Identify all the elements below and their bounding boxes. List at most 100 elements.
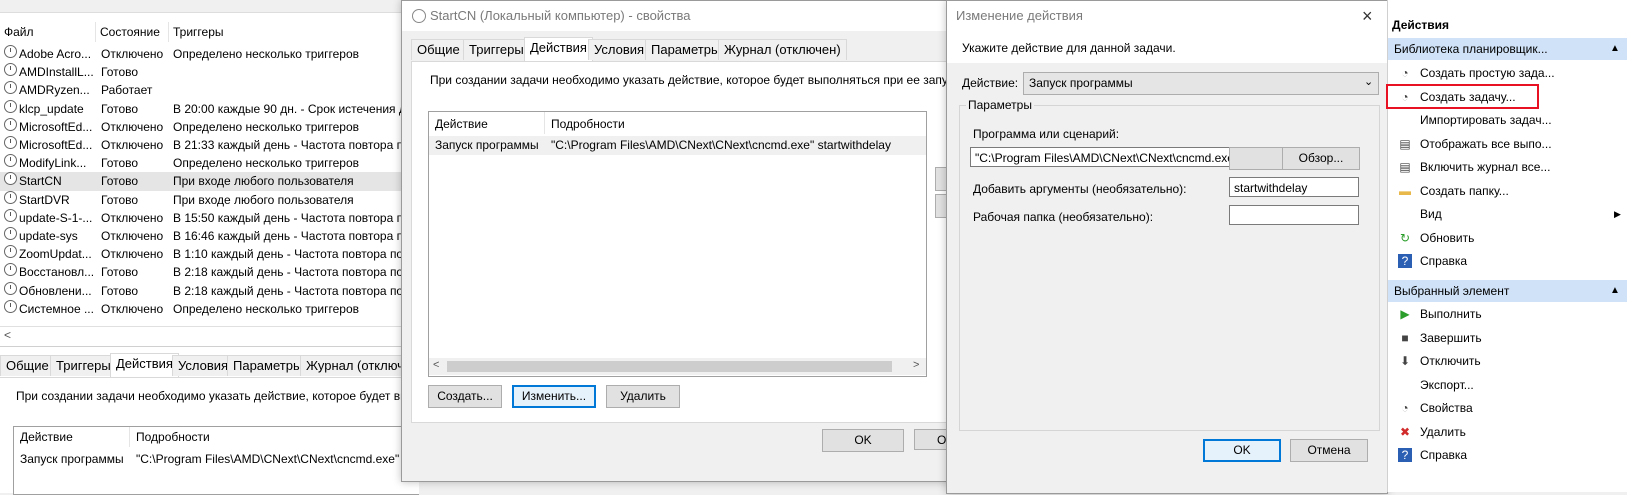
- new-folder-icon: ▬: [1399, 183, 1411, 198]
- action-item[interactable]: ▶ Выполнить: [1388, 302, 1627, 326]
- actions-hint: При создании задачи необходимо указать д…: [16, 389, 429, 403]
- action-item[interactable]: ⬇ Отключить: [1388, 349, 1627, 373]
- tab-actions[interactable]: Действия: [110, 353, 179, 377]
- submenu-arrow-icon: ▶: [1614, 209, 1621, 219]
- cancel-button[interactable]: Отмена: [1290, 439, 1368, 462]
- table-row[interactable]: Восстановл... Готово В 2:18 каждый день - …: [0, 263, 418, 282]
- tab-history[interactable]: Журнал (отключе: [300, 355, 418, 376]
- action-item[interactable]: ◔ Создать простую зада...: [1388, 61, 1627, 85]
- task-trigger: Определено несколько триггеров: [173, 301, 360, 316]
- top-strip: [0, 0, 418, 13]
- delete-action-button[interactable]: Удалить: [606, 385, 680, 408]
- tab-general[interactable]: Общие: [411, 39, 466, 60]
- create-basic-task-icon: ◔: [1401, 66, 1409, 80]
- section-header-selected[interactable]: Выбранный элемент ▲: [1388, 280, 1627, 302]
- task-clock-icon: [4, 263, 17, 277]
- horizontal-scrollbar[interactable]: < >: [429, 358, 926, 375]
- task-clock-icon: [4, 245, 17, 259]
- column-header-status[interactable]: Состояние: [100, 22, 160, 42]
- chevron-down-icon: ⌄: [1364, 76, 1374, 88]
- action-item-label: Импортировать задач...: [1420, 113, 1552, 127]
- action-item[interactable]: ✖ Удалить: [1388, 420, 1627, 444]
- task-name: AMDRyzen...: [19, 83, 90, 98]
- close-icon[interactable]: ×: [1362, 1, 1373, 31]
- table-row[interactable]: StartDVR Готово При входе любого пользоват…: [0, 190, 418, 210]
- table-row[interactable]: AMDRyzen... Работает: [0, 81, 418, 100]
- program-input[interactable]: "C:\Program Files\AMD\CNext\CNext\cncmd.…: [970, 147, 1267, 167]
- task-name: klcp_update: [19, 101, 84, 116]
- action-item[interactable]: ▬ Создать папку...: [1388, 179, 1627, 203]
- tab-conditions[interactable]: Условия: [172, 355, 235, 376]
- scroll-left-icon[interactable]: <: [433, 359, 439, 371]
- action-cell[interactable]: Запуск программы: [20, 452, 124, 466]
- tab-history[interactable]: Журнал (отключен): [718, 39, 847, 60]
- tab-triggers[interactable]: Триггеры: [463, 39, 530, 60]
- task-status: Готово: [101, 65, 139, 80]
- scroll-thumb[interactable]: [447, 361, 892, 372]
- action-item[interactable]: ◔ Свойства: [1388, 396, 1627, 420]
- action-item[interactable]: ? Справка: [1388, 443, 1627, 467]
- table-row[interactable]: ModifyLink... Готово Определено несколько …: [0, 154, 418, 173]
- tab-triggers[interactable]: Триггеры: [50, 355, 117, 376]
- collapse-icon[interactable]: ▲: [1610, 38, 1620, 60]
- table-row[interactable]: update-sys Отключено В 16:46 каждый день -…: [0, 227, 418, 246]
- tab-settings[interactable]: Параметры: [645, 39, 727, 60]
- action-item[interactable]: Экспорт...: [1388, 373, 1627, 397]
- actions-hint: При создании задачи необходимо указать д…: [430, 73, 970, 87]
- action-item[interactable]: Импортировать задач...: [1388, 108, 1627, 132]
- table-row[interactable]: Запуск программы "C:\Program Files\AMD\C…: [429, 136, 926, 155]
- task-name: Обновлени...: [19, 283, 92, 298]
- table-row[interactable]: StartCN Готово При входе любого пользовате…: [0, 172, 418, 192]
- table-row[interactable]: klcp_update Готово В 20:00 каждые 90 дн. -…: [0, 99, 418, 119]
- column-header-details[interactable]: Подробности: [136, 430, 210, 444]
- action-item-label: Завершить: [1420, 330, 1482, 345]
- task-clock-icon: [4, 99, 17, 113]
- action-item[interactable]: ▤ Включить журнал все...: [1388, 155, 1627, 179]
- scroll-left-icon[interactable]: <: [4, 328, 11, 342]
- edit-action-button[interactable]: Изменить...: [512, 385, 596, 408]
- workdir-label: Рабочая папка (необязательно):: [973, 210, 1154, 224]
- action-item[interactable]: ■ Завершить: [1388, 326, 1627, 350]
- browse-button-label[interactable]: Обзор...: [1282, 147, 1360, 170]
- table-row[interactable]: update-S-1-... Отключено В 15:50 каждый де…: [0, 208, 418, 228]
- horizontal-scrollbar[interactable]: <: [0, 326, 418, 345]
- history-icon: ▤: [1399, 160, 1411, 174]
- ok-button[interactable]: OK: [822, 429, 904, 452]
- tab-settings[interactable]: Параметры: [227, 355, 309, 376]
- action-label: Действие:: [962, 76, 1019, 90]
- column-header-action[interactable]: Действие: [435, 117, 488, 131]
- task-status: Работает: [101, 83, 153, 98]
- ok-button[interactable]: OK: [1203, 439, 1281, 462]
- task-name: AMDInstallL...: [19, 65, 93, 80]
- action-item[interactable]: Вид ▶: [1388, 202, 1627, 226]
- task-status: Отключено: [101, 210, 164, 225]
- action-select[interactable]: Запуск программы ⌄: [1023, 72, 1379, 95]
- collapse-icon[interactable]: ▲: [1610, 280, 1620, 302]
- end-icon: ■: [1401, 330, 1409, 345]
- column-header-action[interactable]: Действие: [20, 430, 73, 444]
- table-row[interactable]: ZoomUpdat... Отключено В 1:10 каждый день …: [0, 245, 418, 264]
- table-row[interactable]: Системное ... Отключено Определено несколь…: [0, 299, 418, 319]
- args-input[interactable]: startwithdelay: [1229, 177, 1359, 197]
- table-row[interactable]: MicrosoftEd... Отключено Определено нескол…: [0, 117, 418, 137]
- section-header-library[interactable]: Библиотека планировщик... ▲: [1388, 38, 1627, 60]
- task-clock-icon: [4, 281, 17, 295]
- tab-conditions[interactable]: Условия: [588, 39, 651, 60]
- task-clock-icon: [4, 63, 17, 77]
- tab-general[interactable]: Общие: [0, 355, 55, 376]
- table-row[interactable]: Adobe Acro... Отключено Определено несколь…: [0, 45, 418, 64]
- create-action-button[interactable]: Создать...: [428, 385, 502, 408]
- action-item[interactable]: ? Справка: [1388, 249, 1627, 273]
- action-item[interactable]: ↻ Обновить: [1388, 226, 1627, 250]
- action-item[interactable]: ▤ Отображать все выпо...: [1388, 132, 1627, 156]
- table-row[interactable]: AMDInstallL... Готово: [0, 63, 418, 82]
- workdir-input[interactable]: [1229, 205, 1359, 225]
- column-header-file[interactable]: Файл: [4, 22, 34, 42]
- scroll-right-icon[interactable]: >: [913, 359, 919, 371]
- action-item-label: Отображать все выпо...: [1420, 136, 1552, 151]
- table-row[interactable]: MicrosoftEd... Отключено В 21:33 каждый де…: [0, 136, 418, 155]
- tab-actions[interactable]: Действия: [524, 37, 593, 61]
- column-header-details[interactable]: Подробности: [551, 117, 625, 131]
- column-header-triggers[interactable]: Триггеры: [173, 22, 224, 42]
- table-row[interactable]: Обновлени... Готово В 2:18 каждый день - Ч…: [0, 281, 418, 301]
